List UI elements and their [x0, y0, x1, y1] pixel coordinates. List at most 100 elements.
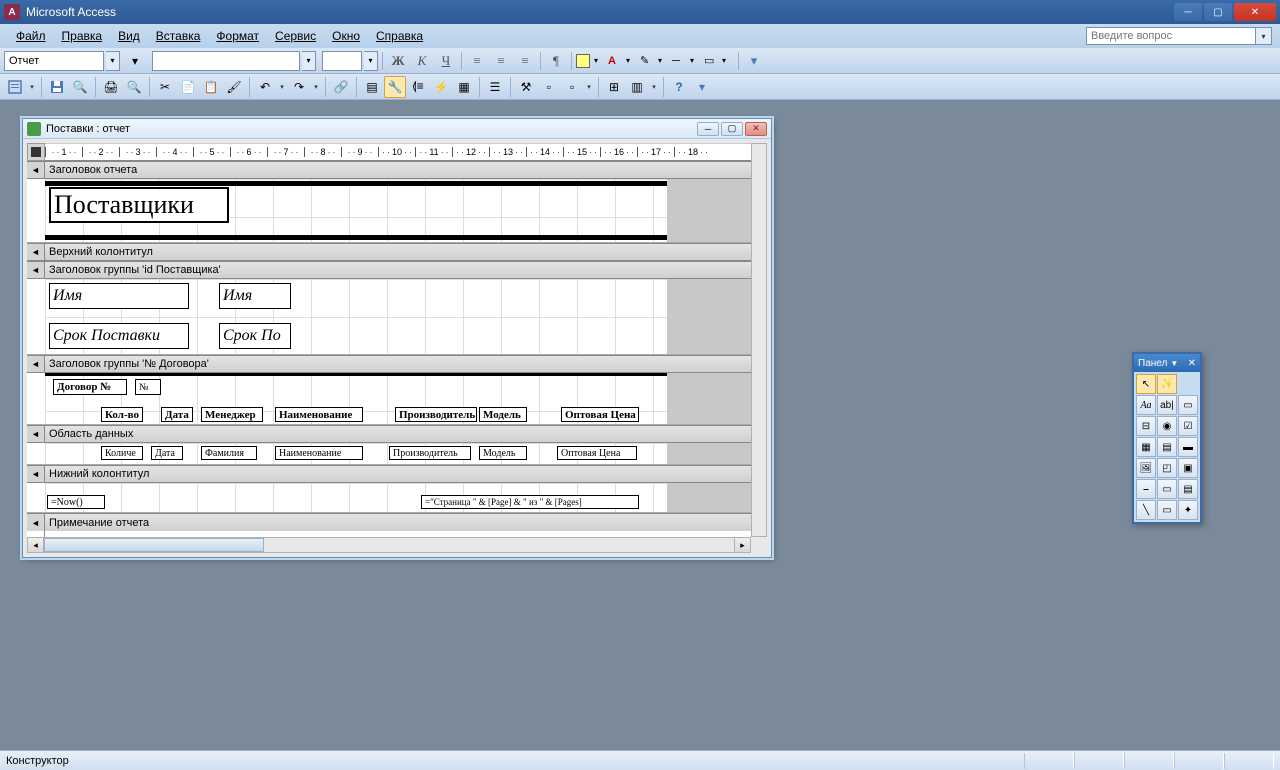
insert-hyperlink-icon[interactable]: 🔗: [330, 76, 352, 98]
section-page-footer[interactable]: =Now() ="Страница " & [Page] & " из " & …: [27, 483, 767, 513]
undo-icon[interactable]: ↶: [254, 76, 276, 98]
section-bar-page-footer[interactable]: ◄ Нижний колонтитул: [27, 465, 767, 483]
question-dropdown[interactable]: ▾: [1256, 27, 1272, 45]
italic-button[interactable]: К: [411, 51, 433, 71]
scroll-left-button[interactable]: ◂: [28, 538, 44, 552]
fld-qty[interactable]: Количе: [101, 446, 143, 460]
database-window-icon[interactable]: ▫: [538, 76, 560, 98]
tool-image-icon[interactable]: 🖼: [1136, 458, 1156, 478]
font-color-button[interactable]: A▾: [608, 51, 638, 71]
contract-label[interactable]: Договор №: [53, 379, 127, 395]
scroll-thumb[interactable]: [44, 538, 264, 552]
hdr-date[interactable]: Дата: [161, 407, 193, 422]
fld-item[interactable]: Наименование: [275, 446, 363, 460]
maximize-button[interactable]: ▢: [1204, 3, 1232, 21]
properties-icon[interactable]: ☰: [484, 76, 506, 98]
tool-tab-icon[interactable]: ▭: [1157, 479, 1177, 499]
term-label[interactable]: Срок Поставки: [49, 323, 189, 349]
menu-tools[interactable]: Сервис: [267, 27, 324, 45]
hdr-manager[interactable]: Менеджер: [201, 407, 263, 422]
tool-optiongroup-icon[interactable]: ▭: [1178, 395, 1198, 415]
view-dropdown[interactable]: ▾: [27, 83, 37, 91]
new-object-icon[interactable]: ▫: [561, 76, 583, 98]
tool-listbox-icon[interactable]: ▤: [1157, 437, 1177, 457]
section-bar-detail[interactable]: ◄ Область данных: [27, 425, 767, 443]
sorting-grouping-icon[interactable]: ⟬≡: [407, 76, 429, 98]
tool-line-icon[interactable]: ╲: [1136, 500, 1156, 520]
hdr-maker[interactable]: Производитель: [395, 407, 477, 422]
relationships-icon[interactable]: ⊞: [603, 76, 625, 98]
tool-textbox-icon[interactable]: ab|: [1157, 395, 1177, 415]
object-dropdown-icon[interactable]: ▾: [124, 50, 146, 72]
title-label[interactable]: Поставщики: [49, 187, 229, 223]
tool-wizard-icon[interactable]: ✨: [1157, 374, 1177, 394]
copy-icon[interactable]: 📄: [177, 76, 199, 98]
format-painter-icon[interactable]: 🖌: [223, 76, 245, 98]
hdr-price[interactable]: Оптовая Цена: [561, 407, 639, 422]
toolbar-grip-icon[interactable]: ▾: [743, 51, 765, 71]
tool-unbound-icon[interactable]: ◰: [1157, 458, 1177, 478]
help-icon[interactable]: ?: [668, 76, 690, 98]
menu-file[interactable]: Файл: [8, 27, 54, 45]
term-field[interactable]: Срок По: [219, 323, 291, 349]
hdr-model[interactable]: Модель: [479, 407, 527, 422]
child-maximize-button[interactable]: ▢: [721, 122, 743, 136]
fld-price[interactable]: Оптовая Цена: [557, 446, 637, 460]
fontsize-selector[interactable]: [322, 51, 362, 71]
tool-rectangle-icon[interactable]: ▭: [1157, 500, 1177, 520]
bold-button[interactable]: Ж: [387, 51, 409, 71]
fld-model[interactable]: Модель: [479, 446, 527, 460]
toolbox-arrow-icon[interactable]: ▼: [1170, 359, 1178, 368]
menu-help[interactable]: Справка: [368, 27, 431, 45]
page-dropdown[interactable]: ▾: [649, 83, 659, 91]
section-report-header[interactable]: Поставщики: [27, 179, 767, 243]
menu-edit[interactable]: Правка: [54, 27, 111, 45]
fld-maker[interactable]: Производитель: [389, 446, 471, 460]
fill-color-button[interactable]: ▾: [576, 51, 606, 71]
ruler-corner[interactable]: [27, 143, 45, 161]
line-color-button[interactable]: ✎▾: [640, 51, 670, 71]
section-bar-report-header[interactable]: ◄ Заголовок отчета: [27, 161, 767, 179]
hdr-qty[interactable]: Кол-во: [101, 407, 143, 422]
fontsize-arrow[interactable]: ▾: [364, 51, 378, 71]
paste-icon[interactable]: 📋: [200, 76, 222, 98]
section-bar-page-header[interactable]: ◄ Верхний колонтитул: [27, 243, 767, 261]
build-icon[interactable]: ⚒: [515, 76, 537, 98]
section-group2[interactable]: Договор № № Кол-во Дата Менеджер Наимено…: [27, 373, 767, 425]
section-detail[interactable]: Количе Дата Фамилия Наименование Произво…: [27, 443, 767, 465]
align-right-icon[interactable]: ≡: [514, 51, 536, 71]
menu-view[interactable]: Вид: [110, 27, 148, 45]
toolbox-panel[interactable]: Панел ▼ ✕ ↖ ✨ Aa ab| ▭ ⊟ ◉ ☑ ▦ ▤ ▬ 🖼 ◰ ▣…: [1132, 352, 1202, 524]
align-left-icon[interactable]: ≡: [466, 51, 488, 71]
section-bar-report-footer[interactable]: ◄ Примечание отчета: [27, 513, 767, 531]
tool-checkbox-icon[interactable]: ☑: [1178, 416, 1198, 436]
name-label[interactable]: Имя: [49, 283, 189, 309]
redo-dropdown[interactable]: ▾: [311, 83, 321, 91]
tool-toggle-icon[interactable]: ⊟: [1136, 416, 1156, 436]
menu-format[interactable]: Формат: [208, 27, 267, 45]
fld-surname[interactable]: Фамилия: [201, 446, 257, 460]
font-selector-arrow[interactable]: ▾: [302, 51, 316, 71]
scroll-right-button[interactable]: ▸: [734, 538, 750, 552]
hdr-item[interactable]: Наименование: [275, 407, 363, 422]
tool-button-icon[interactable]: ▬: [1178, 437, 1198, 457]
vertical-scrollbar[interactable]: [751, 143, 767, 537]
print-icon[interactable]: 🖨: [100, 76, 122, 98]
page-setup-icon[interactable]: ▥: [626, 76, 648, 98]
underline-button[interactable]: Ч: [435, 51, 457, 71]
section-bar-group2[interactable]: ◄ Заголовок группы '№ Договора': [27, 355, 767, 373]
child-close-button[interactable]: ✕: [745, 122, 767, 136]
fld-date[interactable]: Дата: [151, 446, 183, 460]
menu-insert[interactable]: Вставка: [148, 27, 209, 45]
print-preview-icon[interactable]: 🔍: [123, 76, 145, 98]
contract-field[interactable]: №: [135, 379, 161, 395]
tool-boundframe-icon[interactable]: ▣: [1178, 458, 1198, 478]
child-title-bar[interactable]: Поставки : отчет ─ ▢ ✕: [23, 119, 771, 139]
tool-option-icon[interactable]: ◉: [1157, 416, 1177, 436]
cut-icon[interactable]: ✂: [154, 76, 176, 98]
object-selector[interactable]: Отчет: [4, 51, 104, 71]
redo-icon[interactable]: ↷: [288, 76, 310, 98]
tool-more-icon[interactable]: ✦: [1178, 500, 1198, 520]
close-button[interactable]: ✕: [1234, 3, 1276, 21]
line-width-button[interactable]: ─▾: [672, 51, 702, 71]
